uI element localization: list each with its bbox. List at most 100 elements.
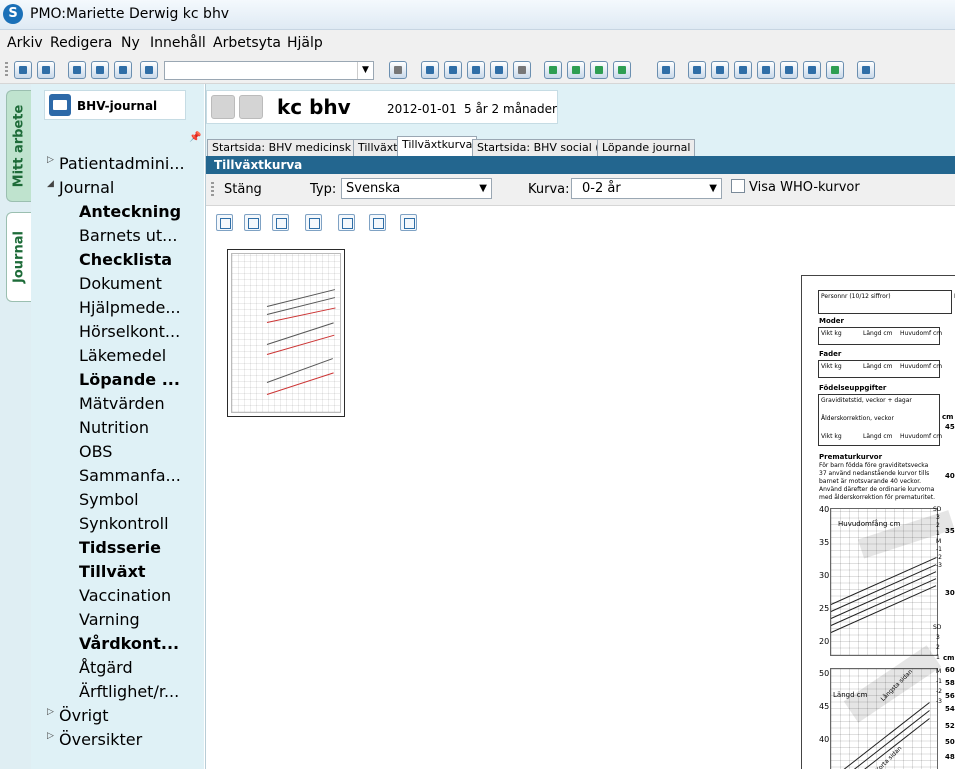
split-vertical-icon[interactable] [467,61,485,79]
sidebar-item[interactable]: Barnets ut... [79,224,177,248]
edit-icon[interactable] [803,61,821,79]
filter-grip[interactable] [211,182,214,198]
note-icon[interactable] [757,61,775,79]
type-select[interactable]: Svenska ▼ [341,178,492,199]
sidebar-item[interactable]: Hjälpmede... [79,296,181,320]
sidebar-header[interactable]: BHV-journal [44,90,186,120]
pin-icon[interactable]: 📌 [189,132,201,143]
sidebar-item[interactable]: ▷ Övrigt [47,704,109,728]
message-icon[interactable] [544,61,562,79]
person-icon[interactable] [239,95,263,119]
right-axis-tick: 58 [945,679,955,687]
sidebar-item[interactable]: Vårdkont... [79,632,179,656]
sidebar-item[interactable]: Hörselkont... [79,320,180,344]
sidebar-item[interactable]: Dokument [79,272,162,296]
group-icon[interactable] [590,61,608,79]
fit-height-icon[interactable] [244,214,261,231]
sd-mark: 2 [936,522,940,529]
nurse-icon[interactable] [711,61,729,79]
tab-tillvaxt[interactable]: Tillväxt [353,139,403,157]
calendar-icon[interactable] [613,61,631,79]
copy-icon[interactable] [400,214,417,231]
who-checkbox-label[interactable]: Visa WHO-kurvor [749,180,860,195]
list-icon[interactable] [734,61,752,79]
sidebar-item[interactable]: Tillväxt [79,560,146,584]
preview-icon[interactable] [305,214,322,231]
zoom-icon[interactable] [272,214,289,231]
sidebar-item[interactable]: ▷ Översikter [47,728,142,752]
pin-tool-icon[interactable] [857,61,875,79]
tab-tillvaxtkurva[interactable]: Tillväxtkurva [397,136,478,157]
axis-tick: 25 [819,604,830,613]
sidebar-item-label: Tidsserie [79,538,161,557]
sidebar-item[interactable]: Varning [79,608,140,632]
sidebar-item[interactable]: Läkemedel [79,344,166,368]
tab-lopande-journal[interactable]: Löpande journal [597,139,696,157]
sidebar-item[interactable]: Löpande ... [79,368,180,392]
sidebar-item[interactable]: Checklista [79,248,172,272]
copy-icon[interactable] [91,61,109,79]
sidebar-item[interactable]: Symbol [79,488,139,512]
vtab-label: Mitt arbete [11,104,27,188]
pen-icon[interactable] [688,61,706,79]
curve-select[interactable]: 0-2 år ▼ [571,178,722,199]
tab-startsida-social[interactable]: Startsida: BHV social (J) [472,139,613,157]
tab-startsida-medicinsk[interactable]: Startsida: BHV medicinsk (J) [207,139,372,157]
search-patient-icon[interactable] [14,61,32,79]
export-icon[interactable] [369,214,386,231]
refresh-icon[interactable] [389,61,407,79]
sidebar-item[interactable]: ◢ Journal [47,176,114,200]
toolbar-combo[interactable]: ▼ [164,61,374,80]
user-icon[interactable] [140,61,158,79]
expand-arrow-icon[interactable]: ▷ [47,724,54,748]
sidebar-item-label: Övrigt [59,706,109,725]
single-view-icon[interactable] [513,61,531,79]
menu-arkiv[interactable]: Arkiv [7,35,43,51]
ruler-icon[interactable] [780,61,798,79]
sidebar-item-label: Åtgärd [79,658,133,677]
star-icon[interactable] [567,61,585,79]
vtab-journal[interactable]: Journal [6,212,31,302]
menu-hjalp[interactable]: Hjälp [287,35,323,51]
document-icon[interactable] [114,61,132,79]
chevron-down-icon[interactable]: ▼ [357,62,373,79]
sidebar-item[interactable]: Vaccination [79,584,171,608]
sidebar-item-label: Nutrition [79,418,150,437]
collapse-icon[interactable] [444,61,462,79]
split-horizontal-icon[interactable] [490,61,508,79]
expand-arrow-icon[interactable]: ▷ [47,700,54,724]
sidebar-item[interactable]: OBS [79,440,112,464]
graviditet-label: Graviditetstid, veckor + dagar [821,397,912,404]
expand-icon[interactable] [421,61,439,79]
menu-redigera[interactable]: Redigera [50,35,112,51]
sidebar-item[interactable]: Tidsserie [79,536,161,560]
vtab-mitt-arbete[interactable]: Mitt arbete [6,90,31,202]
sidebar-item[interactable]: Ärftlighet/r... [79,680,179,704]
print-icon[interactable] [68,61,86,79]
chart-thumbnail[interactable] [227,249,345,417]
sidebar-item[interactable]: Anteckning [79,200,181,224]
sidebar-item[interactable]: Nutrition [79,416,149,440]
menu-ny[interactable]: Ny [121,35,140,51]
sidebar-item[interactable]: ▷ Patientadmini... [47,152,185,176]
sidebar-item[interactable]: Sammanfa... [79,464,181,488]
fit-width-icon[interactable] [216,214,233,231]
close-button[interactable]: Stäng [224,182,262,197]
who-checkbox[interactable] [731,179,745,193]
home-icon[interactable] [211,95,235,119]
menu-arbetsyta[interactable]: Arbetsyta [213,35,281,51]
close-patient-icon[interactable] [37,61,55,79]
head-chart-title: Huvudomfång cm [838,520,901,528]
sidebar-item[interactable]: Åtgärd [79,656,133,680]
collapse-arrow-icon[interactable]: ◢ [47,172,54,196]
toolbar-grip[interactable] [5,62,8,78]
menu-innehall[interactable]: Innehåll [150,35,206,51]
sidebar-item[interactable]: Synkontroll [79,512,169,536]
folder-icon[interactable] [657,61,675,79]
right-axis-unit: cm [943,654,955,662]
sidebar-item-label: Tillväxt [79,562,146,581]
expand-arrow-icon[interactable]: ▷ [47,148,54,172]
sidebar-item[interactable]: Mätvärden [79,392,165,416]
print-icon[interactable] [338,214,355,231]
chart-icon[interactable] [826,61,844,79]
